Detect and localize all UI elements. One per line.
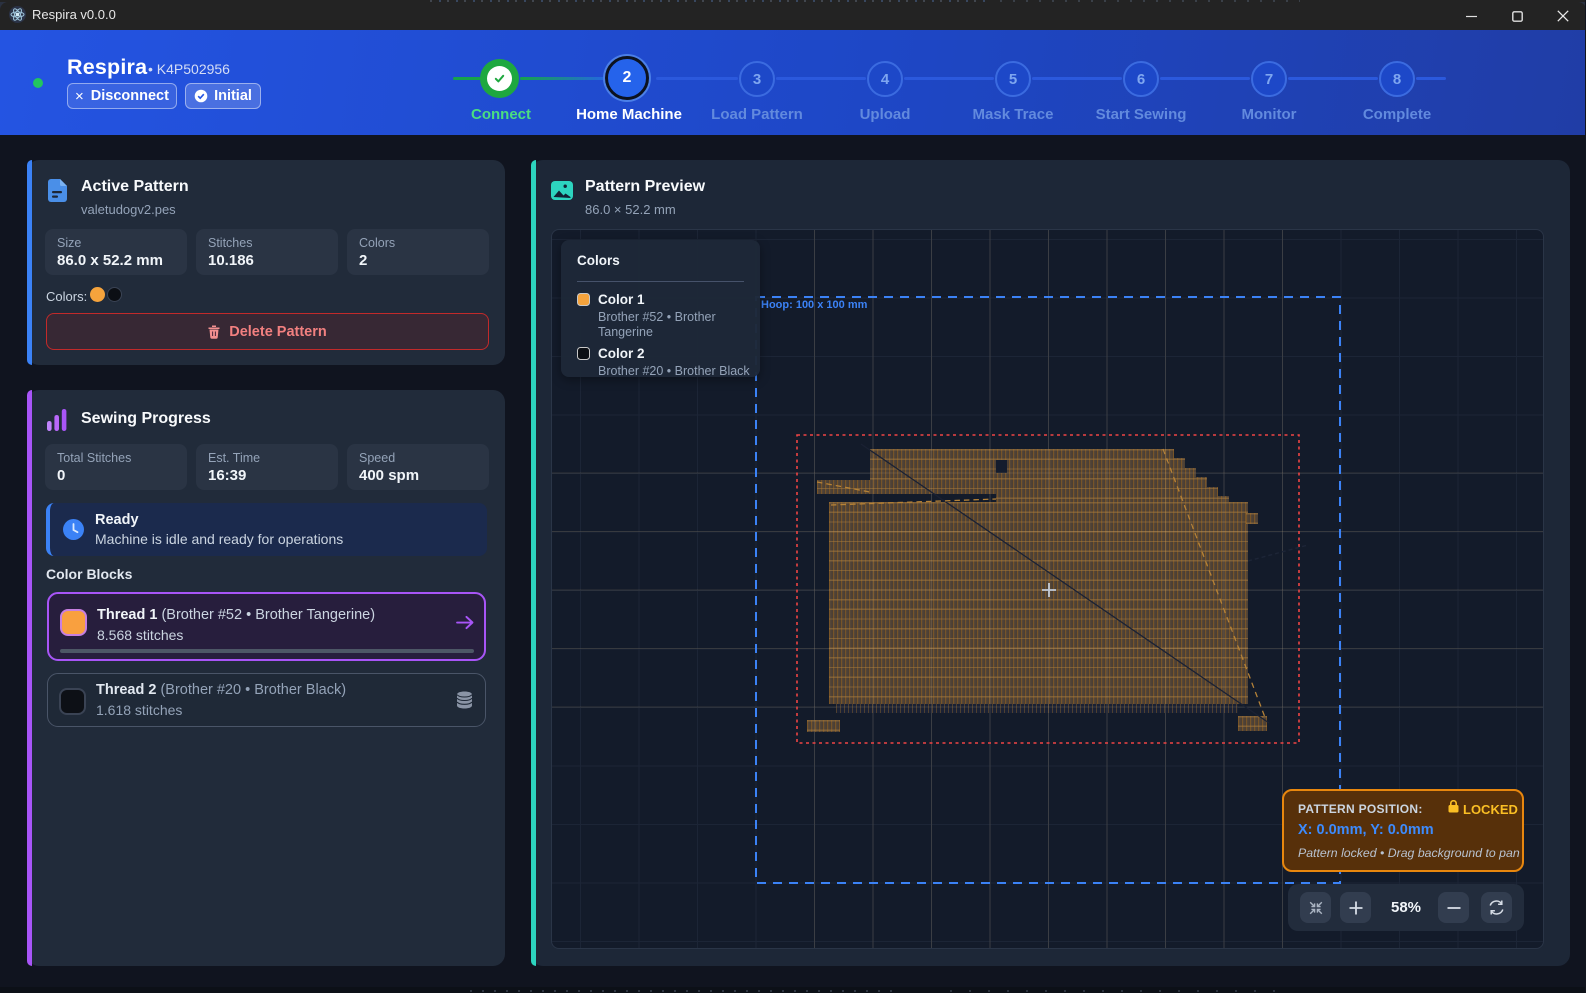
svg-text:Hoop: 100 x 100 mm: Hoop: 100 x 100 mm (761, 299, 868, 311)
